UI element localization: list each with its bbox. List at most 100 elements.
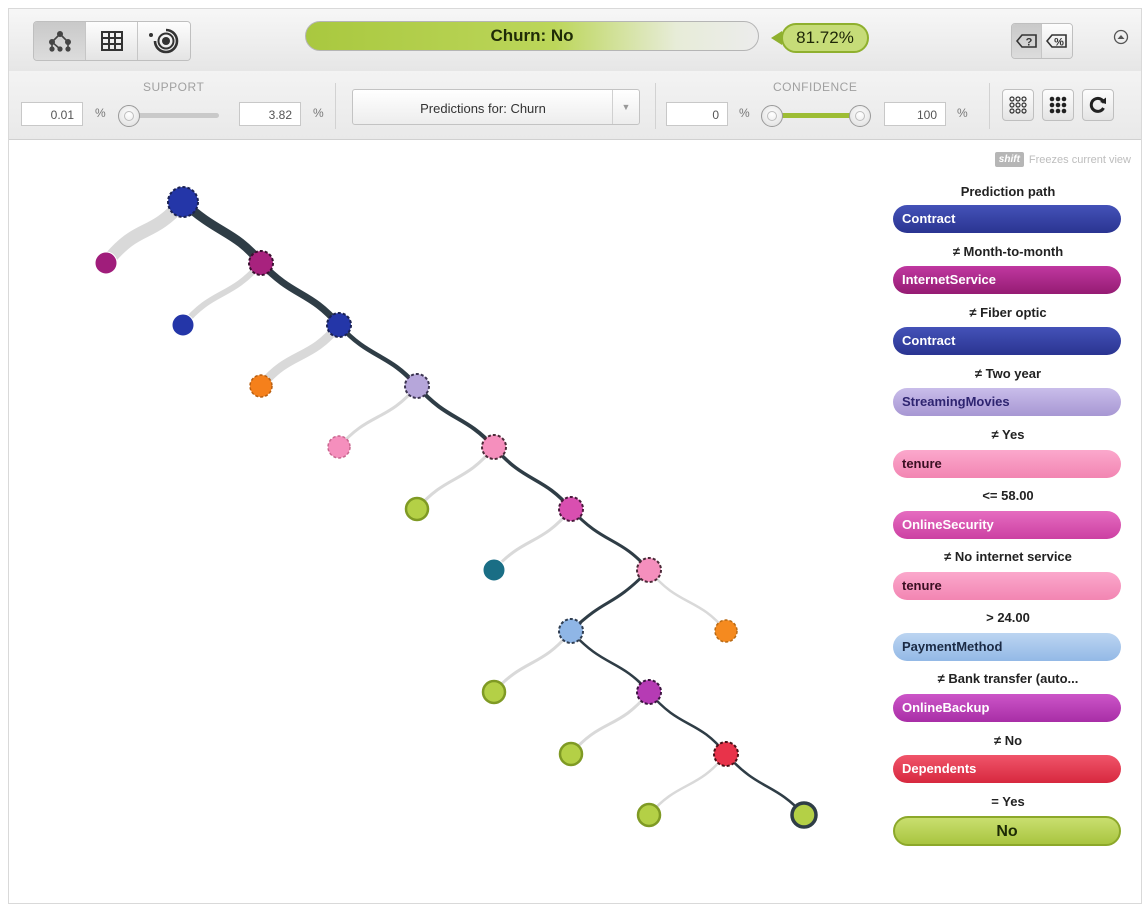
svg-text:%: % [1054, 37, 1064, 49]
collapse-panel-icon[interactable] [1113, 29, 1129, 45]
path-node-onlinebackup[interactable] [636, 679, 662, 705]
top-toolbar: Churn: No 81.72% ? % [9, 9, 1141, 72]
tree-node[interactable] [327, 435, 351, 459]
tree-view-icon [48, 31, 71, 52]
sunburst-view-icon [149, 28, 179, 54]
collapse-tree-button[interactable] [1042, 89, 1074, 121]
path-step-pill[interactable]: tenure [893, 450, 1121, 478]
view-mode-switcher [33, 21, 191, 61]
confidence-max-input[interactable]: 100 [884, 102, 946, 126]
path-step-condition: = Yes [991, 794, 1025, 809]
confidence-max-unit: % [957, 106, 968, 120]
path-step-pill[interactable]: Contract [893, 205, 1121, 233]
path-node-paymentmethod[interactable] [558, 618, 584, 644]
confidence-label: CONFIDENCE [773, 80, 858, 94]
freeze-hint-text: Freezes current view [1028, 153, 1131, 166]
path-step-condition: ≠ Two year [974, 366, 1042, 381]
path-node-contract[interactable] [326, 312, 352, 338]
path-node-dependents[interactable] [713, 741, 739, 767]
reset-view-button[interactable] [1082, 89, 1114, 121]
question-mode-button[interactable]: ? [1012, 24, 1042, 58]
support-max-input[interactable]: 3.82 [239, 102, 301, 126]
path-step-condition: <= 58.00 [982, 488, 1034, 503]
prediction-path-title: Prediction path [960, 184, 1056, 199]
tree-leaf[interactable] [481, 679, 507, 705]
sunburst-view-button[interactable] [138, 22, 190, 60]
chevron-down-icon: ▼ [612, 90, 639, 124]
prediction-target-select[interactable]: Predictions for: Churn ▼ [352, 89, 640, 125]
refresh-icon [1089, 96, 1106, 113]
tree-node[interactable] [482, 558, 506, 582]
path-edge [569, 629, 651, 694]
support-label: SUPPORT [143, 80, 205, 94]
model-viewer: Churn: No 81.72% ? % SUPPORT 0.01 % 3.82… [8, 8, 1142, 904]
path-edge [415, 384, 496, 449]
path-step-condition: ≠ Bank transfer (auto... [937, 671, 1079, 686]
path-edge [569, 568, 651, 633]
table-view-icon [100, 31, 123, 51]
tree-node[interactable] [94, 251, 118, 275]
tree-view-button[interactable] [34, 22, 86, 60]
path-leaf-result[interactable] [790, 801, 818, 829]
dot-grid-outline-icon [1009, 96, 1027, 114]
support-min-input[interactable]: 0.01 [21, 102, 83, 126]
tree-edge [569, 690, 651, 756]
path-step-pill[interactable]: PaymentMethod [893, 633, 1121, 661]
prediction-result-pill[interactable]: No [893, 816, 1121, 846]
tree-edge [415, 445, 496, 511]
confidence-slider-max-handle[interactable] [849, 105, 871, 127]
path-step-condition: ≠ Fiber optic [969, 305, 1047, 320]
tree-edge [647, 752, 728, 817]
path-edge [724, 752, 806, 817]
tree-leaf[interactable] [558, 741, 584, 767]
path-step-pill[interactable]: tenure [893, 572, 1121, 600]
path-step-condition: ≠ Month-to-month [952, 244, 1064, 259]
path-step-condition: > 24.00 [986, 610, 1030, 625]
path-edge [336, 322, 420, 389]
tree-node[interactable] [714, 619, 738, 643]
path-step-pill[interactable]: Contract [893, 327, 1121, 355]
divider [335, 83, 336, 129]
tree-edge [492, 629, 573, 694]
path-step-condition: ≠ No [993, 733, 1023, 748]
support-max-unit: % [313, 106, 324, 120]
path-step-pill[interactable]: OnlineSecurity [893, 511, 1121, 539]
expand-tree-button[interactable] [1002, 89, 1034, 121]
table-view-button[interactable] [86, 22, 138, 60]
prediction-confidence-badge: 81.72% [781, 23, 869, 53]
confidence-slider-min-handle[interactable] [761, 105, 783, 127]
shift-key-badge: shift [994, 152, 1024, 167]
path-step-pill[interactable]: InternetService [893, 266, 1121, 294]
path-node-internetservice[interactable] [248, 250, 274, 276]
prediction-result-bar: Churn: No [305, 21, 759, 51]
path-step-pill[interactable]: StreamingMovies [893, 388, 1121, 416]
path-node-tenure[interactable] [481, 434, 507, 460]
path-edge [492, 445, 573, 511]
path-step-condition: ≠ No internet service [944, 549, 1072, 564]
tree-node[interactable] [249, 374, 273, 398]
path-node-tenure[interactable] [636, 557, 662, 583]
tree-leaf[interactable] [404, 496, 430, 522]
divider [989, 83, 990, 129]
divider [655, 83, 656, 129]
path-node-contract[interactable] [167, 186, 199, 218]
freeze-hint: shift Freezes current view [994, 152, 1131, 167]
path-edge [647, 690, 728, 756]
path-node-streamingmovies[interactable] [404, 373, 430, 399]
dot-grid-filled-icon [1049, 96, 1067, 114]
tree-edge [337, 384, 419, 449]
path-step-pill[interactable]: OnlineBackup [893, 694, 1121, 722]
path-step-pill[interactable]: Dependents [893, 755, 1121, 783]
filter-toolbar: SUPPORT 0.01 % 3.82 % Predictions for: C… [9, 71, 1141, 140]
tree-leaf[interactable] [636, 802, 662, 828]
path-node-onlinesecurity[interactable] [558, 496, 584, 522]
tree-node[interactable] [171, 313, 195, 337]
confidence-min-input[interactable]: 0 [666, 102, 728, 126]
confidence-min-unit: % [739, 106, 750, 120]
path-step-condition: ≠ Yes [991, 427, 1025, 442]
tree-edge [492, 507, 573, 572]
tree-edge [180, 260, 264, 328]
path-edge [569, 507, 651, 572]
percent-mode-button[interactable]: % [1042, 24, 1072, 58]
support-slider-handle[interactable] [118, 105, 140, 127]
